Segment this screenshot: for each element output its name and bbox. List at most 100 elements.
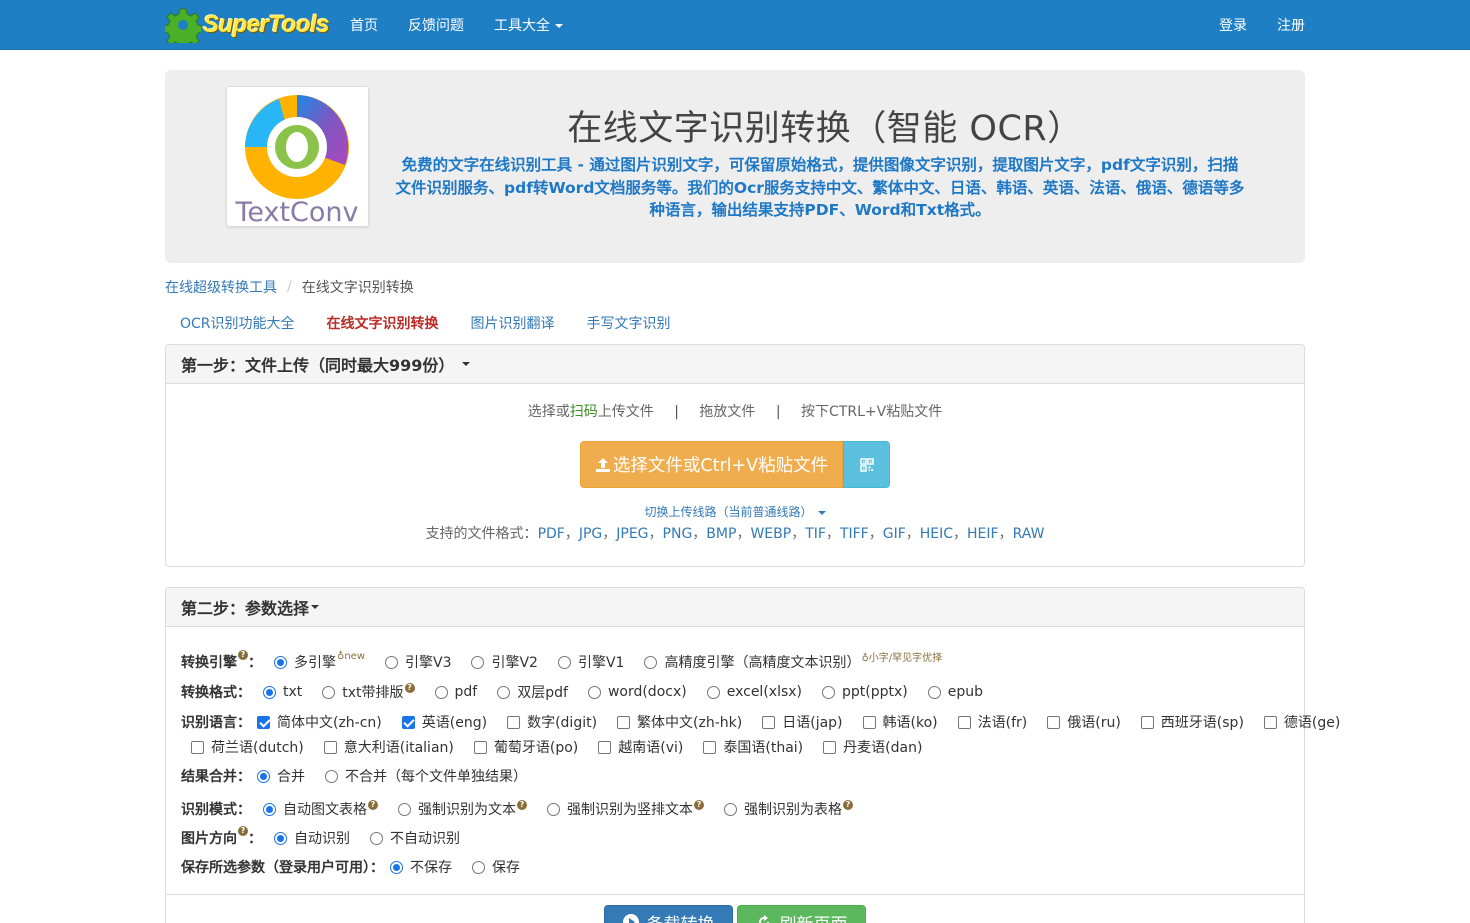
lang-jap-option[interactable]: 日语(jap)	[762, 712, 843, 732]
site-logo[interactable]: SuperTools	[165, 6, 330, 44]
help-icon[interactable]: ?	[694, 800, 704, 810]
nav-feedback[interactable]: 反馈问题	[408, 15, 464, 35]
save-no-radio[interactable]	[390, 860, 403, 874]
mode-auto-radio[interactable]	[263, 802, 276, 816]
lang-ko-option[interactable]: 韩语(ko)	[862, 712, 938, 732]
merge-no-radio[interactable]	[325, 769, 338, 783]
lang-zh-hk-checkbox[interactable]	[617, 715, 631, 729]
format-epub-option[interactable]: epub	[927, 684, 983, 700]
lang-sp-option[interactable]: 西班牙语(sp)	[1140, 712, 1244, 732]
switch-upload-line[interactable]: 切换上传线路（当前普通线路）	[166, 503, 1304, 520]
engine-hp-option[interactable]: 高精度引擎（高精度文本识别） ♁小字/罕见字优择	[644, 652, 942, 672]
mode-text-option[interactable]: 强制识别为文本?	[398, 799, 527, 819]
lang-eng-option[interactable]: 英语(eng)	[401, 712, 487, 732]
help-icon[interactable]: ?	[517, 800, 527, 810]
mode-auto-option[interactable]: 自动图文表格?	[263, 799, 378, 819]
mode-vertical-option[interactable]: 强制识别为竖排文本?	[547, 799, 704, 819]
lang-zh-cn-checkbox[interactable]	[257, 715, 270, 729]
merge-no-option[interactable]: 不合并（每个文件单独结果）	[325, 766, 527, 786]
engine-hp-radio[interactable]	[644, 655, 658, 669]
breadcrumb-home[interactable]: 在线超级转换工具	[165, 277, 277, 297]
lang-vi-checkbox[interactable]	[598, 740, 612, 754]
engine-v2-option[interactable]: 引擎V2	[471, 652, 538, 672]
save-yes-option[interactable]: 保存	[472, 857, 520, 877]
format-docx-radio[interactable]	[587, 685, 601, 699]
lang-italian-option[interactable]: 意大利语(italian)	[323, 737, 454, 757]
engine-multi-radio[interactable]	[274, 655, 287, 669]
nav-tools-dropdown[interactable]: 工具大全	[494, 15, 563, 35]
help-icon[interactable]: ?	[238, 650, 248, 661]
format-pdf-radio[interactable]	[434, 685, 448, 699]
lang-ru-checkbox[interactable]	[1047, 715, 1061, 729]
refresh-page-button[interactable]: 刷新页面	[737, 905, 866, 923]
format-txt-option[interactable]: txt	[263, 684, 302, 700]
mode-table-radio[interactable]	[724, 802, 737, 816]
lang-ko-checkbox[interactable]	[862, 715, 876, 729]
lang-vi-option[interactable]: 越南语(vi)	[598, 737, 683, 757]
engine-v1-radio[interactable]	[557, 655, 571, 669]
lang-zh-hk-option[interactable]: 繁体中文(zh-hk)	[617, 712, 742, 732]
lang-thai-option[interactable]: 泰国语(thai)	[703, 737, 803, 757]
format-pptx-option[interactable]: ppt(pptx)	[822, 684, 908, 700]
tab-handwriting[interactable]: 手写文字识别	[572, 306, 686, 344]
format-epub-radio[interactable]	[927, 685, 941, 699]
login-link[interactable]: 登录	[1219, 15, 1247, 35]
params-panel-header[interactable]: 第二步：参数选择	[166, 588, 1304, 627]
engine-v1-option[interactable]: 引擎V1	[557, 652, 624, 672]
lang-digit-checkbox[interactable]	[507, 715, 521, 729]
lang-eng-checkbox[interactable]	[401, 715, 415, 729]
format-txt-layout-radio[interactable]	[322, 685, 336, 699]
nav-home[interactable]: 首页	[350, 15, 378, 35]
help-icon[interactable]: ?	[368, 800, 378, 810]
engine-v3-option[interactable]: 引擎V3	[385, 652, 451, 672]
upload-method-scan[interactable]: 扫码	[570, 404, 598, 420]
format-txt-layout-option[interactable]: txt带排版?	[322, 682, 415, 702]
mode-table-option[interactable]: 强制识别为表格?	[724, 799, 853, 819]
format-dual-pdf-option[interactable]: 双层pdf	[497, 682, 568, 702]
lang-po-checkbox[interactable]	[473, 740, 487, 754]
orient-manual-radio[interactable]	[370, 831, 383, 845]
qrcode-upload-button[interactable]	[843, 441, 890, 488]
lang-fr-option[interactable]: 法语(fr)	[957, 712, 1027, 732]
register-link[interactable]: 注册	[1277, 15, 1305, 35]
tab-image-translate[interactable]: 图片识别翻译	[456, 306, 570, 344]
orient-auto-radio[interactable]	[274, 831, 287, 845]
lang-ge-checkbox[interactable]	[1263, 715, 1277, 729]
tab-ocr-convert[interactable]: 在线文字识别转换	[312, 306, 454, 344]
lang-thai-checkbox[interactable]	[703, 740, 717, 754]
format-xlsx-radio[interactable]	[706, 685, 720, 699]
format-pdf-option[interactable]: pdf	[434, 684, 477, 700]
merge-yes-radio[interactable]	[257, 769, 270, 783]
help-icon[interactable]: ?	[238, 826, 248, 837]
format-pptx-radio[interactable]	[822, 685, 836, 699]
format-dual-pdf-radio[interactable]	[497, 685, 511, 699]
engine-multi-option[interactable]: 多引擎 ♁new	[274, 651, 365, 672]
lang-ru-option[interactable]: 俄语(ru)	[1047, 712, 1121, 732]
help-icon[interactable]: ?	[843, 800, 853, 810]
lang-dan-checkbox[interactable]	[823, 740, 837, 754]
mode-text-radio[interactable]	[398, 802, 411, 816]
lang-dutch-option[interactable]: 荷兰语(dutch)	[191, 737, 304, 757]
save-no-option[interactable]: 不保存	[390, 857, 452, 877]
lang-po-option[interactable]: 葡萄牙语(po)	[473, 737, 578, 757]
tab-ocr-all[interactable]: OCR识别功能大全	[165, 306, 310, 344]
orient-manual-option[interactable]: 不自动识别	[370, 828, 460, 848]
engine-v2-radio[interactable]	[471, 655, 485, 669]
lang-jap-checkbox[interactable]	[762, 715, 776, 729]
lang-dan-option[interactable]: 丹麦语(dan)	[823, 737, 922, 757]
lang-zh-cn-option[interactable]: 简体中文(zh-cn)	[257, 712, 382, 732]
format-txt-radio[interactable]	[263, 685, 276, 699]
lang-italian-checkbox[interactable]	[323, 740, 337, 754]
format-xlsx-option[interactable]: excel(xlsx)	[706, 684, 802, 700]
lang-fr-checkbox[interactable]	[957, 715, 971, 729]
merge-yes-option[interactable]: 合并	[257, 766, 305, 786]
format-docx-option[interactable]: word(docx)	[587, 684, 687, 700]
start-convert-button[interactable]: 备载转换	[604, 905, 733, 923]
engine-v3-radio[interactable]	[385, 655, 398, 669]
lang-ge-option[interactable]: 德语(ge)	[1263, 712, 1340, 732]
upload-panel-header[interactable]: 第一步：文件上传（同时最大999份）	[166, 345, 1304, 384]
lang-dutch-checkbox[interactable]	[191, 740, 204, 754]
select-file-button[interactable]: 选择文件或Ctrl+V粘贴文件	[580, 441, 843, 488]
save-yes-radio[interactable]	[472, 860, 485, 874]
mode-vertical-radio[interactable]	[547, 802, 560, 816]
